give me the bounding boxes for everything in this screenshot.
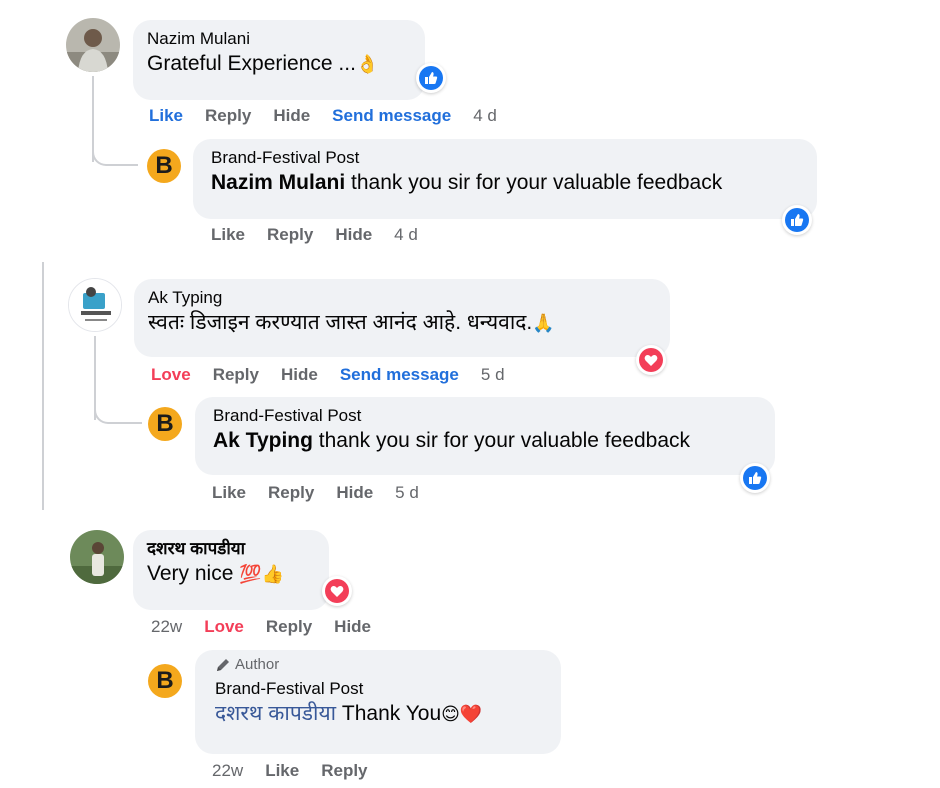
like-button[interactable]: Like (212, 483, 246, 503)
like-button[interactable]: Like (265, 761, 299, 781)
brand-initial: B (155, 152, 173, 179)
hundred-thumbs-up-emoji: 💯👍 (239, 564, 285, 585)
comment-bubble: Nazim Mulani Grateful Experience ...👌 (133, 20, 425, 100)
comment-author[interactable]: Ak Typing (148, 287, 656, 309)
comment-author[interactable]: दशरथ कापडीया (147, 538, 315, 560)
reply-author[interactable]: Brand-Festival Post (213, 405, 761, 427)
smile-heart-emoji: 😊❤️ (441, 704, 483, 725)
reply-actions: Like Reply Hide 5 d (212, 483, 419, 503)
comment-text: Grateful Experience ...👌 (147, 52, 379, 75)
comment-bubble: दशरथ कापडीया Very nice 💯👍 (133, 530, 329, 610)
comment-bubble: Ak Typing स्वतः डिजाइन करण्यात जास्त आनं… (134, 279, 670, 357)
comment-text: Very nice 💯👍 (147, 562, 285, 585)
heart-icon (325, 579, 349, 603)
timestamp[interactable]: 4 d (394, 225, 418, 245)
timestamp[interactable]: 4 d (473, 106, 497, 126)
reply-author[interactable]: Brand-Festival Post (211, 147, 803, 169)
like-reaction-badge[interactable] (416, 63, 446, 93)
brand-initial: B (156, 410, 174, 437)
hide-button[interactable]: Hide (336, 483, 373, 503)
love-button[interactable]: Love (204, 617, 244, 637)
like-reaction-badge[interactable] (740, 463, 770, 493)
ok-hand-emoji: 👌 (355, 54, 379, 75)
reply-button[interactable]: Reply (267, 225, 313, 245)
comment-actions: Love Reply Hide Send message 5 d (151, 365, 505, 385)
brand-avatar[interactable]: B (148, 664, 182, 698)
hide-button[interactable]: Hide (273, 106, 310, 126)
hide-button[interactable]: Hide (281, 365, 318, 385)
mention[interactable]: Ak Typing (213, 429, 313, 452)
commenter-avatar[interactable] (68, 278, 122, 332)
love-reaction-badge[interactable] (322, 576, 352, 606)
send-message-button[interactable]: Send message (340, 365, 459, 385)
brand-avatar[interactable]: B (147, 149, 181, 183)
commenter-avatar[interactable] (66, 18, 120, 72)
mention[interactable]: Nazim Mulani (211, 171, 345, 194)
reply-button[interactable]: Reply (321, 761, 367, 781)
brand-avatar[interactable]: B (148, 407, 182, 441)
reply-button[interactable]: Reply (213, 365, 259, 385)
mention[interactable]: दशरथ कापडीया (215, 702, 336, 725)
timestamp[interactable]: 5 d (481, 365, 505, 385)
reply-author[interactable]: Brand-Festival Post (215, 678, 547, 700)
send-message-button[interactable]: Send message (332, 106, 451, 126)
thumbs-up-icon (785, 208, 809, 232)
reply-button[interactable]: Reply (205, 106, 251, 126)
comment-text: स्वतः डिजाइन करण्यात जास्त आनंद आहे. धन्… (148, 311, 555, 334)
folded-hands-emoji: 🙏 (532, 313, 555, 334)
thumbs-up-icon (743, 466, 767, 490)
reply-actions: 22w Like Reply (212, 761, 368, 781)
reply-text: Nazim Mulani thank you sir for your valu… (211, 171, 723, 194)
timestamp[interactable]: 5 d (395, 483, 419, 503)
comment-actions: Like Reply Hide Send message 4 d (149, 106, 497, 126)
reply-text: दशरथ कापडीया Thank You😊❤️ (215, 702, 483, 725)
hide-button[interactable]: Hide (335, 225, 372, 245)
commenter-avatar[interactable] (70, 530, 124, 584)
like-button[interactable]: Like (211, 225, 245, 245)
timestamp[interactable]: 22w (212, 761, 243, 781)
author-badge: Author (215, 656, 547, 674)
reply-bubble: Brand-Festival Post Nazim Mulani thank y… (193, 139, 817, 219)
reply-text: Ak Typing thank you sir for your valuabl… (213, 429, 690, 452)
brand-initial: B (156, 667, 174, 694)
timestamp[interactable]: 22w (151, 617, 182, 637)
love-button[interactable]: Love (151, 365, 191, 385)
pen-icon (217, 659, 229, 671)
comment-actions: 22w Love Reply Hide (151, 617, 371, 637)
reply-bubble: Author Brand-Festival Post दशरथ कापडीया … (195, 650, 561, 754)
like-button[interactable]: Like (149, 106, 183, 126)
reply-actions: Like Reply Hide 4 d (211, 225, 418, 245)
thumbs-up-icon (419, 66, 443, 90)
heart-icon (639, 348, 663, 372)
reply-button[interactable]: Reply (266, 617, 312, 637)
hide-button[interactable]: Hide (334, 617, 371, 637)
comment-author[interactable]: Nazim Mulani (147, 28, 411, 50)
love-reaction-badge[interactable] (636, 345, 666, 375)
reply-button[interactable]: Reply (268, 483, 314, 503)
like-reaction-badge[interactable] (782, 205, 812, 235)
reply-bubble: Brand-Festival Post Ak Typing thank you … (195, 397, 775, 475)
